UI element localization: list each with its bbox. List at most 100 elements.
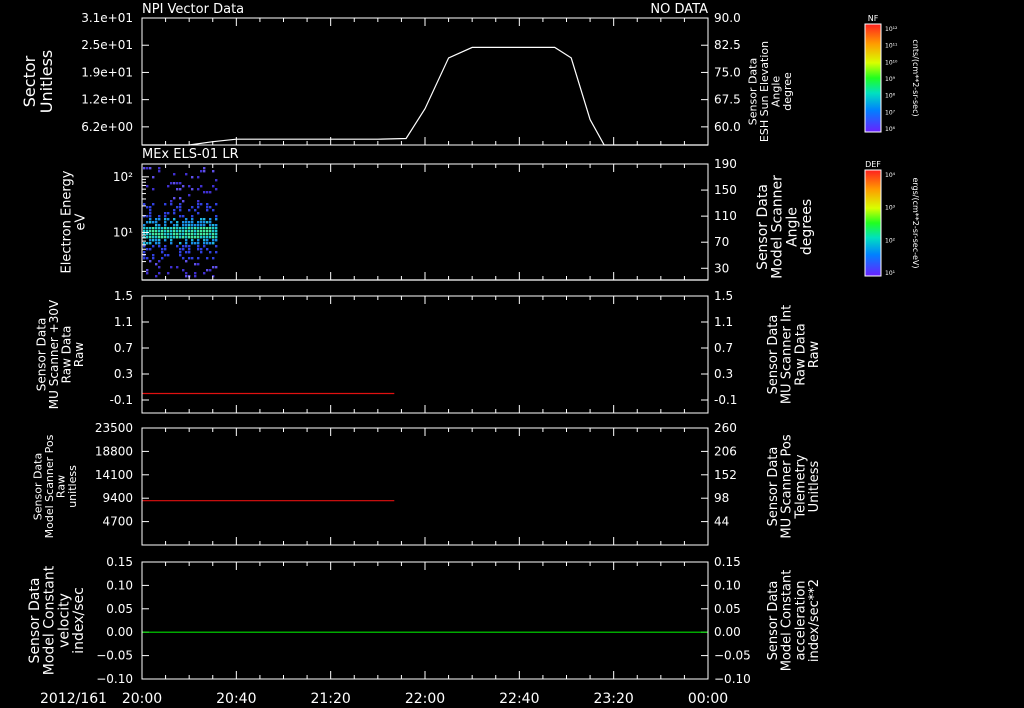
panel2-heatmap-cell [182,224,185,227]
panel2-heatmap-cell [188,209,191,212]
panel2-heatmap-cell [185,251,188,254]
panel2-heatmap-cell [155,221,158,224]
panel2-heatmap-cell [173,173,176,176]
panel2-heatmap-cell [188,224,191,227]
panel2-heatmap-cell [173,218,176,221]
panel2-heatmap-cell [209,221,212,224]
colorbar2-unit-text: ergs/(cm**2-sr-sec-eV) [911,177,920,268]
panel1-right-tick-label: 60.0 [714,120,741,134]
panel3-left-tick-label: -0.1 [110,393,133,407]
panel2-heatmap-cell [173,212,176,215]
panel2-heatmap-cell [152,230,155,233]
panel2-heatmap-cell [185,227,188,230]
panel2-heatmap-cell [158,167,161,170]
panel2-left-label-line: eV [73,213,88,230]
panel2-title: MEx ELS-01 LR [142,147,239,162]
panel1-right-tick-label: 90.0 [714,11,741,25]
panel2-heatmap-cell [209,236,212,239]
panel2-heatmap-cell [143,203,146,206]
panel2-heatmap-cell [209,227,212,230]
panel2-heatmap-cell [200,203,203,206]
panel2-heatmap-cell [176,266,179,269]
panel2-heatmap-cell [164,254,167,257]
panel2-heatmap-cell [206,209,209,212]
panel2-heatmap-cell [188,194,191,197]
panel2-heatmap-cell [152,176,155,179]
panel2-heatmap-cell [209,224,212,227]
panel2-heatmap-cell [164,248,167,251]
time-axis-tick-label: 22:40 [499,691,539,707]
panel1-left-label-line: Unitless [37,50,56,114]
panel2-heatmap-cell [209,218,212,221]
colorbar1-tick-label: 10⁹ [885,76,896,83]
panel2-heatmap-cell [191,230,194,233]
panel2-heatmap-cell [170,230,173,233]
panel2-heatmap-cell [158,242,161,245]
panel2-heatmap-cell [149,212,152,215]
panel2-heatmap-cell [158,272,161,275]
panel4-left-tick-label: 9400 [102,491,133,505]
panel5-right-tick-label: 0.15 [714,555,741,569]
panel2-heatmap-cell [161,248,164,251]
panel2-heatmap-cell [203,218,206,221]
panel2-heatmap-cell [185,239,188,242]
panel2-heatmap-cell [191,236,194,239]
panel2-heatmap-cell [176,236,179,239]
panel2-heatmap-cell [182,248,185,251]
panel2-heatmap-cell [179,206,182,209]
panel2-heatmap-cell [164,236,167,239]
panel2-heatmap-cell [167,227,170,230]
panel2-heatmap-cell [206,203,209,206]
colorbar2-tick-label: 10⁴ [885,172,896,179]
panel2-heatmap-cell [203,242,206,245]
panel2-heatmap-cell [197,212,200,215]
panel2-heatmap-cell [185,245,188,248]
panel2-heatmap-cell [155,227,158,230]
colorbar2-tick-label: 10³ [885,205,896,212]
panel2-heatmap-cell [188,251,191,254]
panel5-left-tick-label: 0.05 [106,602,133,616]
panel2-heatmap-cell [158,218,161,221]
panel2-heatmap-cell [155,275,158,278]
panel2-heatmap-cell [146,269,149,272]
panel5-right-tick-label: −0.05 [714,649,751,663]
panel2-heatmap-cell [191,242,194,245]
panel2-heatmap-cell [164,221,167,224]
panel2-heatmap-cell [185,218,188,221]
panel2-heatmap-cell [158,266,161,269]
panel2-heatmap-cell [206,242,209,245]
panel2-heatmap-cell [188,227,191,230]
panel2-heatmap-cell [215,215,218,218]
panel2-heatmap-cell [149,233,152,236]
panel3-left-tick-label: 1.1 [114,315,133,329]
panel2-heatmap-cell [197,176,200,179]
panel2-heatmap-cell [152,233,155,236]
panel3-right-tick-label: -0.1 [714,393,737,407]
panel2-heatmap-cell [191,215,194,218]
colorbar1-tick-label: 10¹² [885,26,898,33]
panel2-heatmap-cell [185,224,188,227]
panel2-heatmap-cell [206,221,209,224]
panel2-heatmap-cell [185,221,188,224]
panel4-left-tick-label: 14100 [95,468,133,482]
panel2-heatmap-cell [191,233,194,236]
panel2-heatmap-cell [167,272,170,275]
panel2-heatmap-cell [197,233,200,236]
panel2-heatmap-cell [197,224,200,227]
panel2-heatmap-cell [146,242,149,245]
panel1-left-tick-label: 2.5e+01 [81,38,133,52]
panel2-heatmap-cell [146,236,149,239]
date-label: 2012/161 [40,691,107,707]
panel5-left-label-line: index/sec [71,587,87,654]
panel4-left-label-line: unitless [66,465,79,508]
panel2-heatmap-cell [212,224,215,227]
panel2-heatmap-cell [158,245,161,248]
panel2-heatmap-cell [167,185,170,188]
panel2-heatmap-cell [155,224,158,227]
panel2-heatmap-cell [146,257,149,260]
panel2-heatmap-cell [197,245,200,248]
panel2-heatmap-cell [203,221,206,224]
panel2-heatmap-cell [215,233,218,236]
panel3-right-tick-label: 0.3 [714,367,733,381]
panel2-heatmap-cell [149,167,152,170]
